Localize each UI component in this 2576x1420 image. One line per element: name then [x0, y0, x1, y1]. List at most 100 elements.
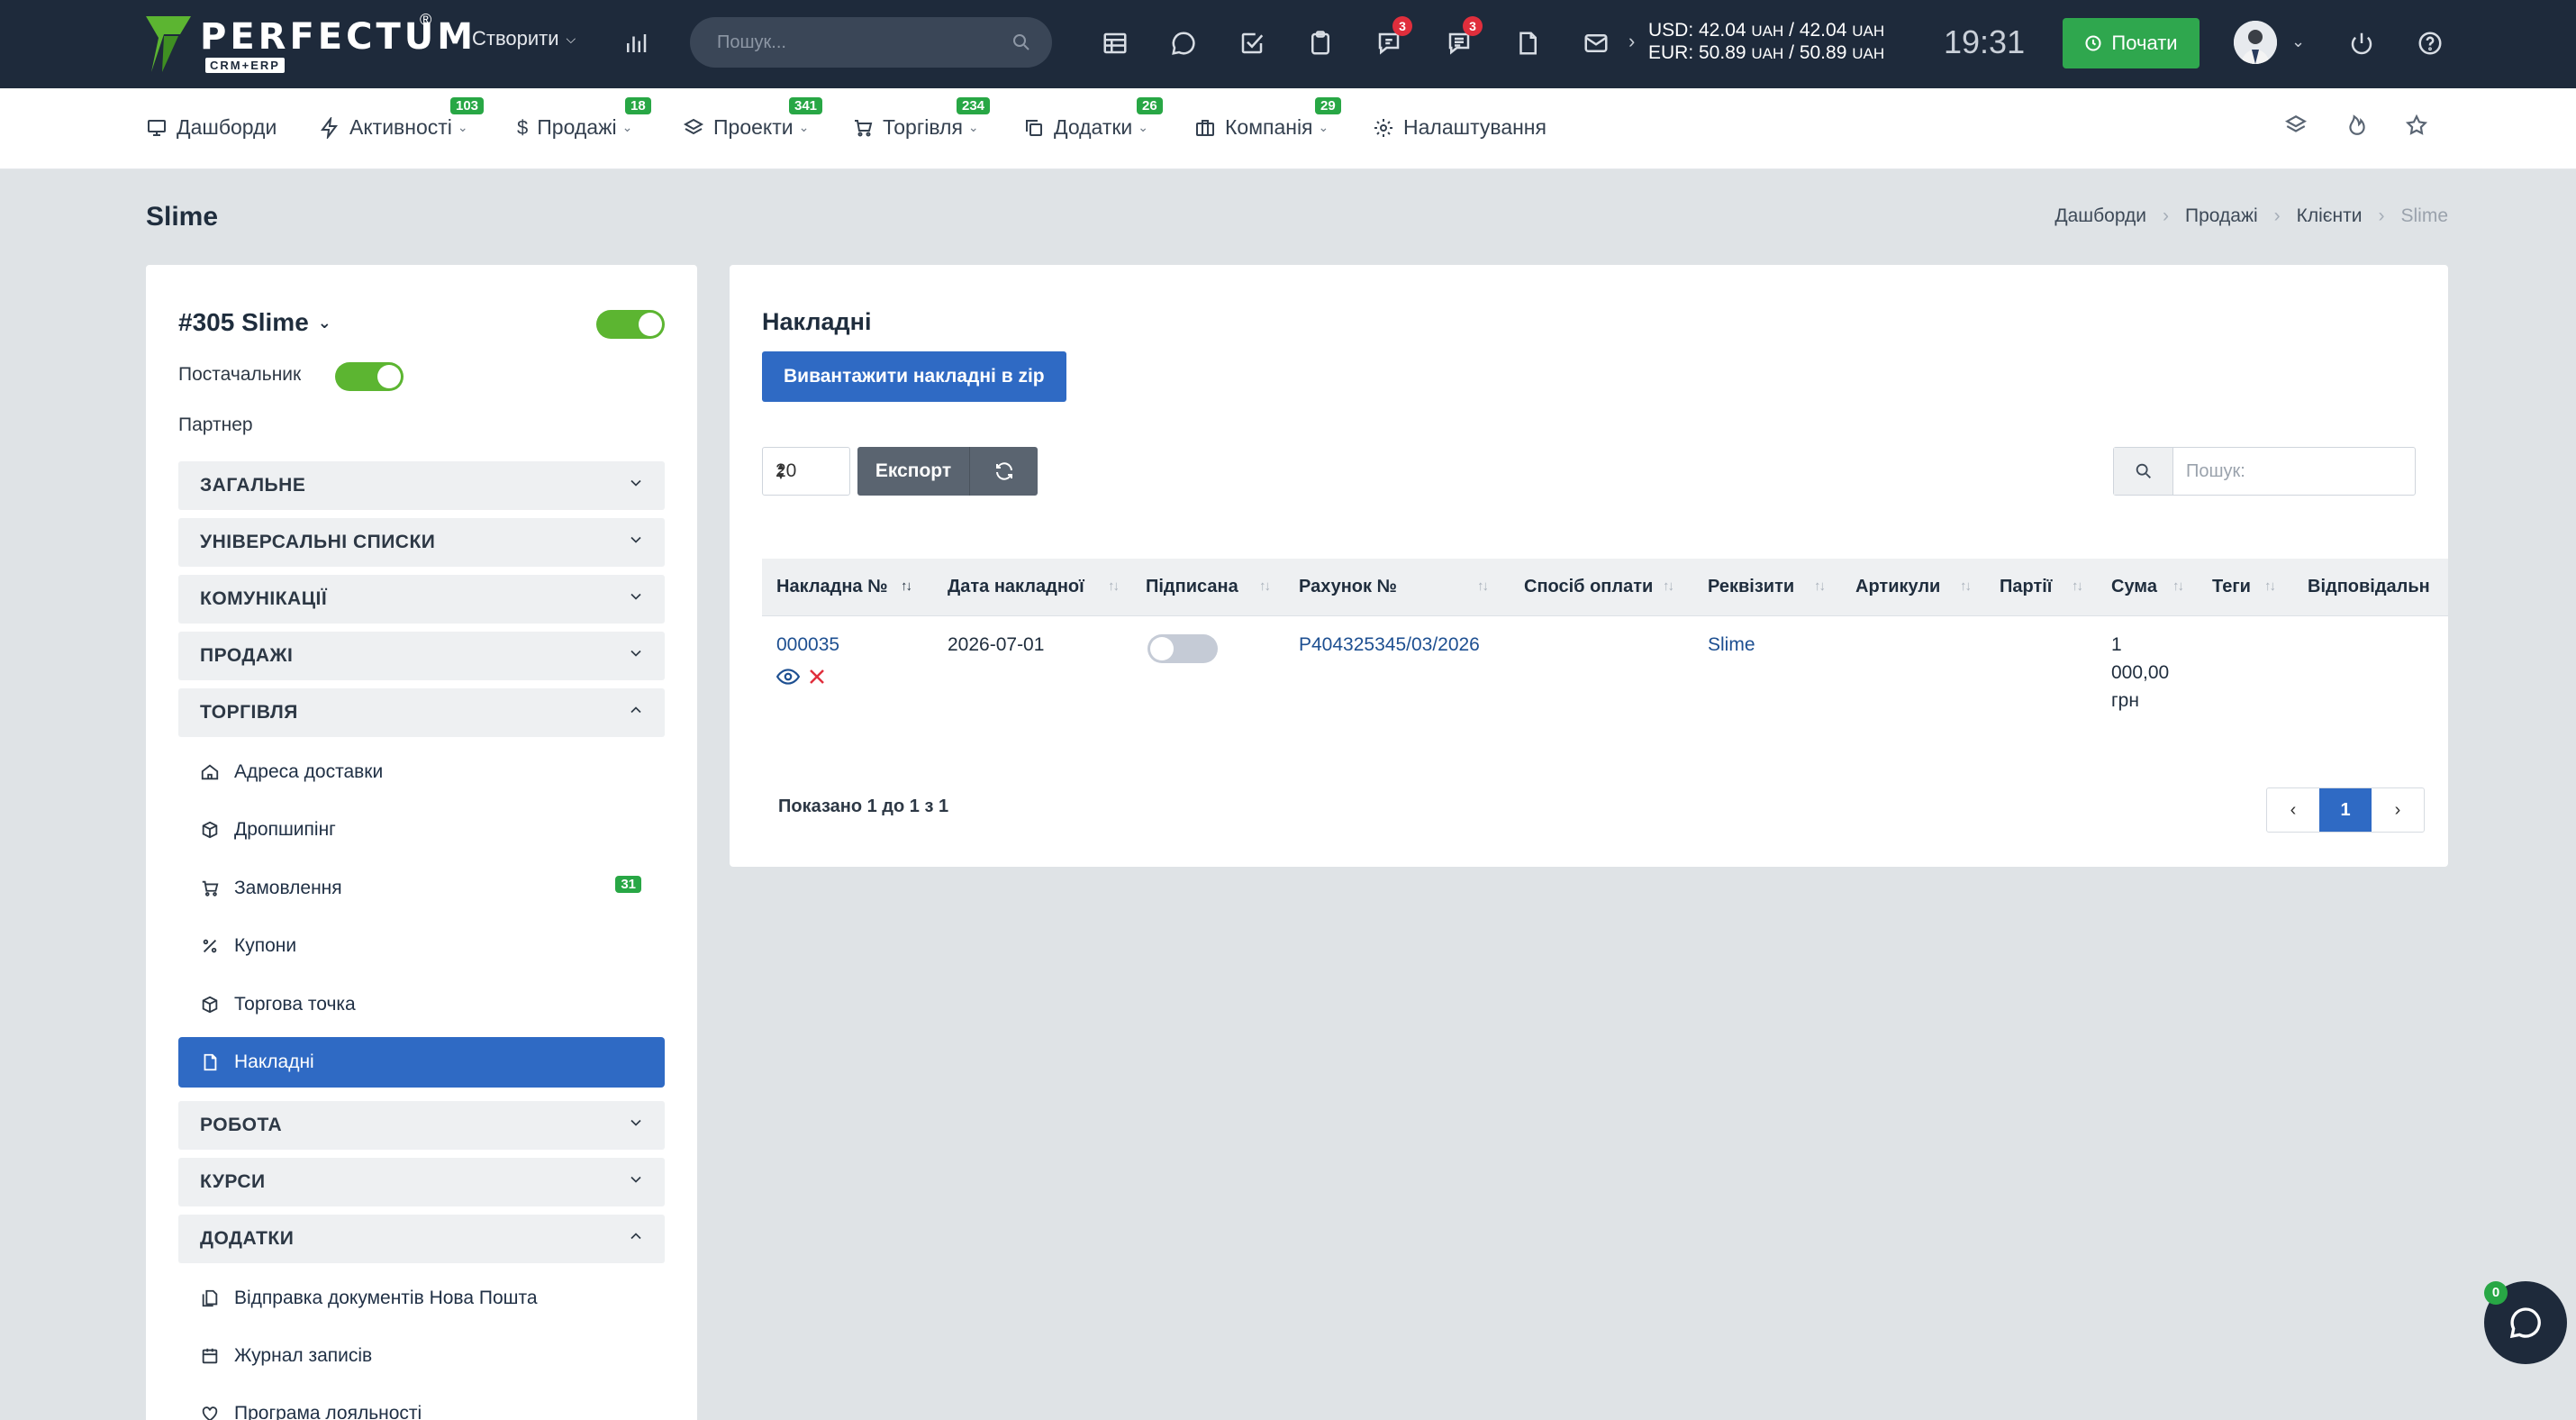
col-number[interactable]: Накладна №: [776, 577, 887, 597]
signed-toggle[interactable]: [1147, 634, 1218, 663]
pagination-prev[interactable]: ‹: [2267, 788, 2319, 832]
col-requisites[interactable]: Реквізити: [1708, 577, 1794, 597]
col-articles[interactable]: Артикули: [1855, 577, 1940, 597]
sub-records-log[interactable]: Журнал записів: [178, 1331, 665, 1381]
brand-name: PERFECTUM: [200, 16, 477, 58]
logo[interactable]: PERFECTUM ® CRM+ERP: [144, 11, 473, 76]
col-signed[interactable]: Підписана: [1146, 577, 1238, 597]
chevron-down-icon[interactable]: ⌄: [2291, 32, 2305, 51]
menu-projects[interactable]: Проекти ⌄ 341: [683, 97, 823, 140]
pagination-next[interactable]: ›: [2372, 788, 2424, 832]
supplier-label: Постачальник: [178, 364, 302, 385]
col-batches[interactable]: Партії: [2000, 577, 2052, 597]
menu-dashboards[interactable]: Дашборди: [146, 115, 277, 140]
chevron-down-icon: [630, 479, 641, 487]
pagination-page[interactable]: 1: [2319, 788, 2372, 832]
refresh-button[interactable]: [969, 447, 1038, 496]
sub-loyalty-program[interactable]: Програма лояльності: [178, 1388, 665, 1420]
sort-icon[interactable]: ↑↓: [2072, 578, 2083, 594]
menu-trade[interactable]: Торгівля ⌄ 234: [852, 97, 991, 140]
document-icon[interactable]: [1508, 23, 1547, 63]
help-icon[interactable]: [2410, 23, 2450, 63]
menu-sales[interactable]: $ Продажі ⌄ 18: [517, 97, 651, 140]
col-payment[interactable]: Спосіб оплати: [1524, 577, 1653, 597]
export-zip-button[interactable]: Вивантажити накладні в zip: [762, 351, 1066, 402]
chevron-down-icon: [630, 1119, 641, 1126]
section-general[interactable]: ЗАГАЛЬНЕ: [178, 461, 665, 510]
menu-addons[interactable]: Додатки ⌄ 26: [1023, 97, 1163, 140]
client-sidebar: #305 Slime ⌄ Постачальник Партнер ЗАГАЛЬ…: [146, 265, 697, 1420]
sub-delivery-address[interactable]: Адреса доставки: [178, 747, 665, 797]
eye-icon[interactable]: [776, 667, 800, 687]
sort-icon[interactable]: ↑↓: [1663, 578, 1674, 594]
chevron-down-icon: ⌄: [457, 120, 468, 134]
cell-requisites[interactable]: Slime: [1708, 634, 1755, 656]
section-trade[interactable]: ТОРГІВЛЯ: [178, 688, 665, 737]
sort-icon[interactable]: ↑↓: [1477, 578, 1489, 594]
clipboard-icon[interactable]: [1301, 23, 1340, 63]
menu-company[interactable]: Компанія ⌄ 29: [1194, 97, 1341, 140]
create-label: Створити: [472, 27, 559, 50]
sort-icon[interactable]: ↑↓: [1259, 578, 1271, 594]
support-icon[interactable]: 3: [1369, 16, 1412, 63]
mail-icon[interactable]: [1576, 23, 1616, 63]
star-icon[interactable]: [2405, 114, 2432, 141]
box-icon: [202, 821, 218, 839]
create-menu[interactable]: Створити ⌵: [472, 27, 576, 50]
export-button[interactable]: Експорт: [857, 447, 969, 496]
sort-icon[interactable]: ↑↓: [1960, 578, 1972, 594]
sort-desc-icon[interactable]: ↑↓: [901, 578, 912, 594]
top-search[interactable]: [690, 17, 1052, 68]
top-search-input[interactable]: [717, 28, 1005, 57]
client-active-toggle[interactable]: [596, 310, 665, 339]
section-addons[interactable]: ДОДАТКИ: [178, 1215, 665, 1263]
section-lists[interactable]: УНІВЕРСАЛЬНІ СПИСКИ: [178, 518, 665, 567]
client-title[interactable]: #305 Slime ⌄: [178, 308, 331, 337]
sub-dropshipping[interactable]: Дропшипінг: [178, 805, 665, 855]
sub-nova-poshta[interactable]: Відправка документів Нова Пошта: [178, 1273, 665, 1324]
sub-orders[interactable]: Замовлення 31: [178, 863, 665, 914]
breadcrumb-sales[interactable]: Продажі: [2185, 205, 2258, 227]
close-icon[interactable]: [809, 669, 825, 685]
search-icon: [1013, 34, 1029, 50]
tasks-icon[interactable]: [1232, 23, 1272, 63]
col-tags[interactable]: Теги: [2212, 577, 2251, 597]
stats-icon[interactable]: [616, 23, 656, 63]
start-timer-button[interactable]: Почати: [2063, 18, 2200, 68]
cell-sum-1: 1: [2111, 634, 2122, 655]
sales-badge: 18: [625, 97, 651, 114]
layers-icon[interactable]: [2284, 114, 2311, 141]
sort-icon[interactable]: ↑↓: [1814, 578, 1826, 594]
section-courses[interactable]: КУРСИ: [178, 1158, 665, 1206]
table-search[interactable]: [2113, 447, 2416, 496]
section-sales[interactable]: ПРОДАЖІ: [178, 632, 665, 680]
table-icon[interactable]: [1095, 23, 1135, 63]
chat-icon[interactable]: [1164, 23, 1203, 63]
avatar[interactable]: [2234, 21, 2277, 64]
menu-activities[interactable]: Активності ⌄ 103: [319, 97, 485, 140]
menu-settings[interactable]: Налаштування: [1373, 115, 1547, 140]
col-sum[interactable]: Сума: [2111, 577, 2157, 597]
sub-coupons[interactable]: Купони: [178, 921, 665, 971]
messages-icon[interactable]: 3: [1439, 16, 1483, 63]
sort-icon[interactable]: ↑↓: [2172, 578, 2184, 594]
fire-icon[interactable]: [2345, 114, 2372, 141]
table-search-input[interactable]: [2186, 459, 2402, 484]
sub-point-of-sale[interactable]: Торгова точка: [178, 979, 665, 1030]
breadcrumb-dashboards[interactable]: Дашборди: [2054, 205, 2146, 227]
breadcrumb-clients[interactable]: Клієнти: [2297, 205, 2363, 227]
col-responsible[interactable]: Відповідальн: [2308, 577, 2430, 597]
cell-invoice[interactable]: P404325345/03/2026: [1299, 634, 1480, 656]
currency-rates[interactable]: › USD: 42.04 UAH / 42.04 UAH EUR: 50.89 …: [1628, 20, 1884, 65]
page-size-select[interactable]: 20 ▲ ▼: [762, 447, 850, 496]
section-work[interactable]: РОБОТА: [178, 1101, 665, 1150]
sort-icon[interactable]: ↑↓: [2264, 578, 2276, 594]
col-date[interactable]: Дата накладної: [948, 577, 1084, 597]
section-comms[interactable]: КОМУНІКАЦІЇ: [178, 575, 665, 624]
supplier-toggle[interactable]: [335, 362, 404, 391]
sort-icon[interactable]: ↑↓: [1108, 578, 1120, 594]
col-invoice[interactable]: Рахунок №: [1299, 577, 1397, 597]
sub-invoices[interactable]: Накладні: [178, 1037, 665, 1088]
power-icon[interactable]: [2342, 23, 2381, 63]
cell-number[interactable]: 000035: [776, 634, 839, 656]
